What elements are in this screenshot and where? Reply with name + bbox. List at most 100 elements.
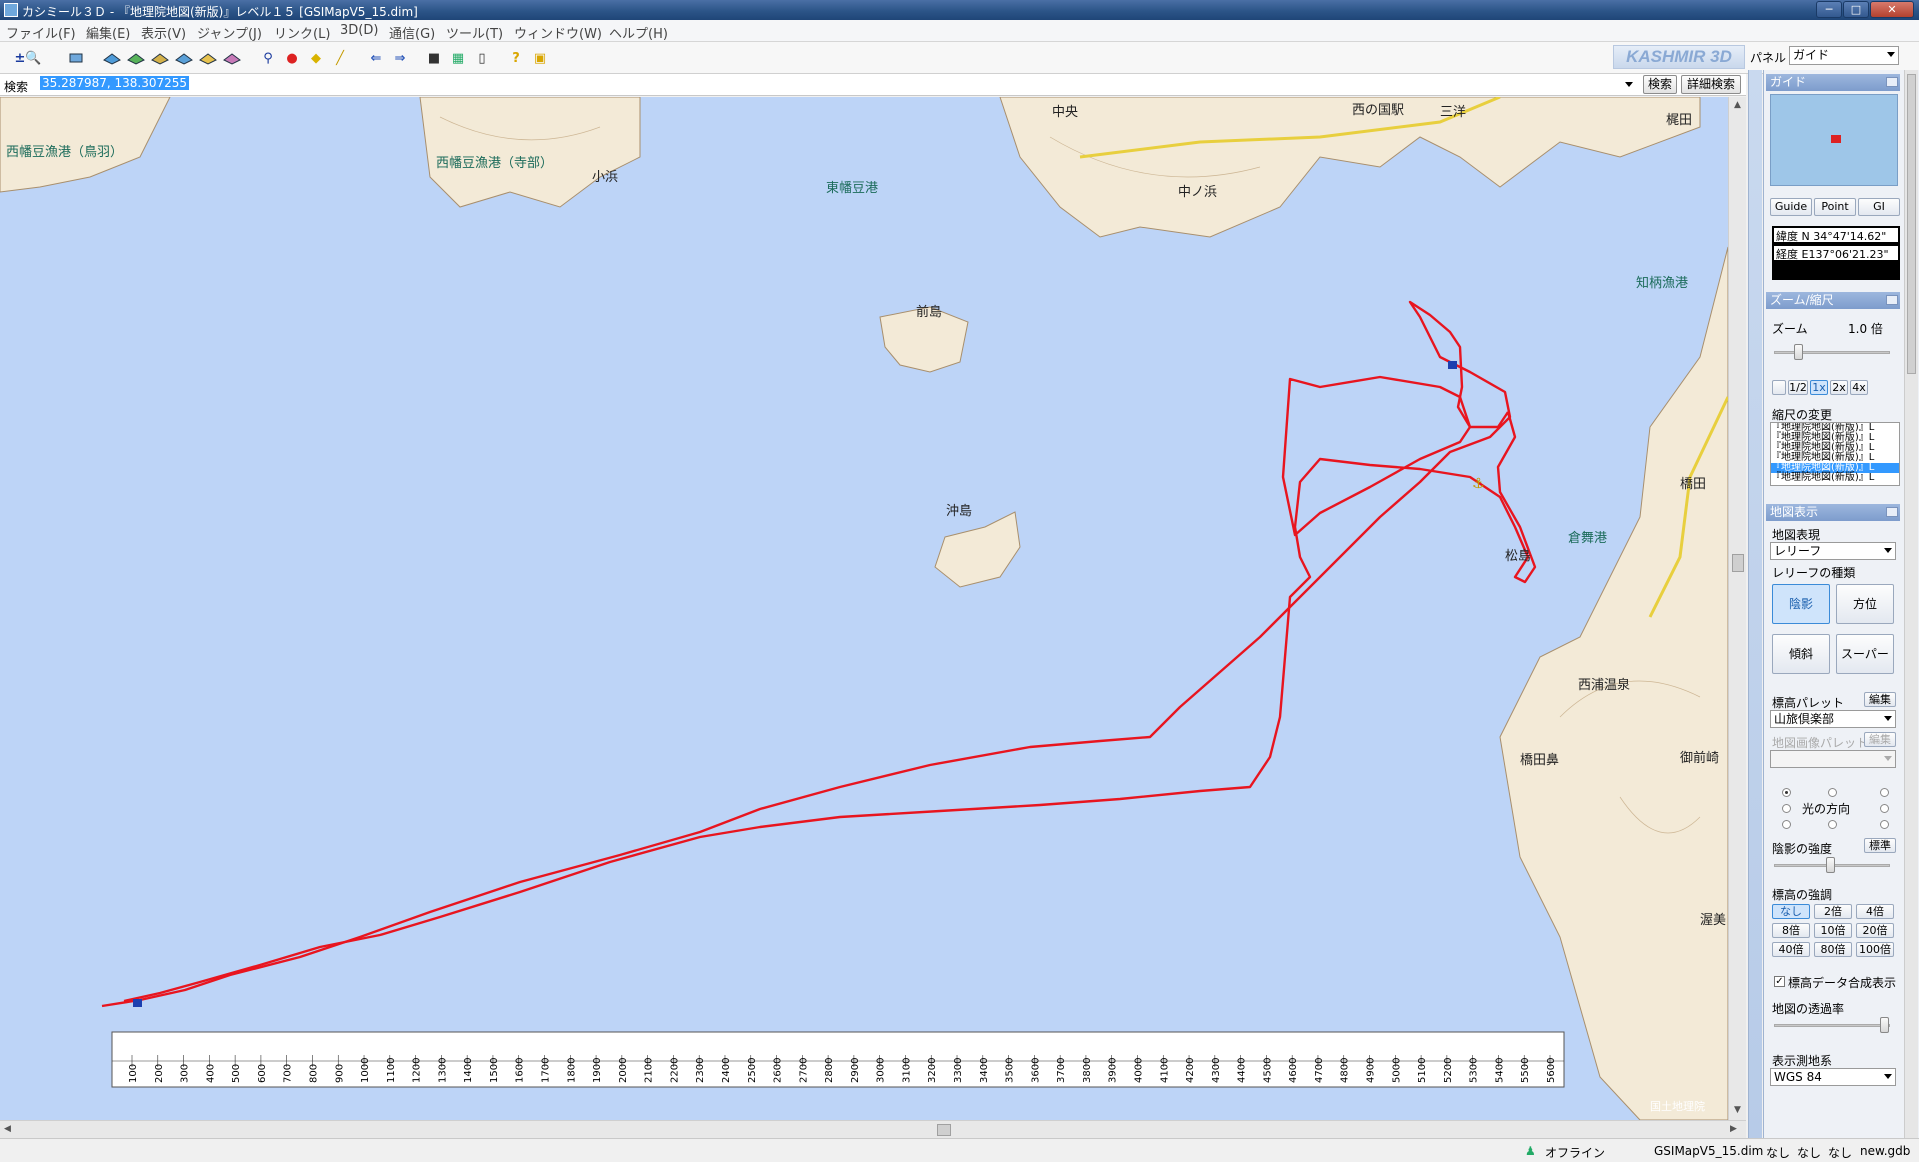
close-button[interactable]: ✕ [1870, 1, 1914, 18]
zoom-slider-thumb[interactable] [1794, 344, 1803, 360]
menu-comm[interactable]: 通信(G) [389, 23, 435, 42]
opacity-slider-track[interactable] [1774, 1024, 1890, 1027]
map-style-select[interactable]: レリーフ [1770, 542, 1896, 560]
emphasis-8x-button[interactable]: 8倍 [1772, 923, 1810, 938]
light-direction-radio[interactable] [1782, 820, 1791, 829]
map-layer-6-icon[interactable] [222, 49, 242, 67]
map-layer-2-icon[interactable] [126, 49, 146, 67]
marker-icon[interactable]: ● [282, 49, 302, 67]
scroll-up-icon[interactable]: ▲ [1734, 100, 1741, 110]
light-direction-radio[interactable] [1782, 804, 1791, 813]
start-flag-icon [133, 999, 142, 1007]
light-direction-radio[interactable] [1880, 788, 1889, 797]
camera-icon[interactable]: ■ [424, 49, 444, 67]
map-view-icon[interactable]: ▦ [448, 49, 468, 67]
panel-scroll-thumb[interactable] [1907, 74, 1916, 374]
vertical-scroll-thumb[interactable] [1732, 554, 1744, 572]
scale-list[interactable]: 『地理院地図(新版)』L 『地理院地図(新版)』L 『地理院地図(新版)』L 『… [1770, 422, 1900, 486]
menu-window[interactable]: ウィンドウ(W) [514, 23, 602, 42]
light-direction-radio[interactable] [1782, 788, 1791, 797]
zoom-1x-button[interactable]: 1x [1810, 380, 1828, 395]
guide-minimap[interactable] [1770, 94, 1898, 186]
menu-link[interactable]: リンク(L) [274, 23, 330, 42]
light-direction-radio[interactable] [1880, 820, 1889, 829]
search-input[interactable]: 35.287987, 138.307255 [40, 76, 1640, 93]
relief-super-button[interactable]: スーパー [1836, 634, 1894, 674]
relief-aspect-button[interactable]: 方位 [1836, 584, 1894, 624]
back-icon[interactable]: ⇐ [366, 49, 386, 67]
minimize-button[interactable]: ─ [1816, 1, 1842, 18]
emphasis-20x-button[interactable]: 20倍 [1856, 923, 1894, 938]
emphasis-100x-button[interactable]: 100倍 [1856, 942, 1894, 957]
shade-slider-thumb[interactable] [1826, 857, 1835, 873]
menu-3d[interactable]: 3D(D) [340, 23, 378, 38]
zoom-section-header[interactable]: ズーム/縮尺 [1766, 292, 1900, 309]
menu-view[interactable]: 表示(V) [141, 23, 186, 42]
menu-jump[interactable]: ジャンプ(J) [197, 23, 262, 42]
info-icon[interactable]: ▣ [530, 49, 550, 67]
datum-select[interactable]: WGS 84 [1770, 1068, 1896, 1086]
tag-icon[interactable]: ◆ [306, 49, 326, 67]
map-layer-5-icon[interactable] [198, 49, 218, 67]
tab-point[interactable]: Point [1814, 198, 1856, 216]
maximize-button[interactable]: □ [1843, 1, 1869, 18]
elevation-palette-select[interactable]: 山旅倶楽部 [1770, 710, 1896, 728]
guide-section-header[interactable]: ガイド [1766, 74, 1900, 91]
horizontal-scrollbar[interactable]: ◀ ▶ [0, 1120, 1746, 1138]
scroll-right-icon[interactable]: ▶ [1730, 1124, 1737, 1134]
emphasis-none-button[interactable]: なし [1772, 904, 1810, 919]
panel-select[interactable]: ガイド [1789, 46, 1899, 65]
gps-device-icon[interactable]: ▯ [472, 49, 492, 67]
scroll-down-icon[interactable]: ▼ [1734, 1105, 1741, 1115]
opacity-slider-thumb[interactable] [1880, 1017, 1889, 1033]
menu-file[interactable]: ファイル(F) [6, 23, 76, 42]
emphasis-80x-button[interactable]: 80倍 [1814, 942, 1852, 957]
menu-help[interactable]: ヘルプ(H) [609, 23, 668, 42]
palette-edit-button[interactable]: 編集 [1864, 692, 1896, 707]
map-layer-4-icon[interactable] [174, 49, 194, 67]
collapse-icon[interactable] [1886, 77, 1898, 87]
emphasis-10x-button[interactable]: 10倍 [1814, 923, 1852, 938]
scale-list-item[interactable]: 『地理院地図(新版)』L [1771, 473, 1899, 483]
zoom-tool-icon[interactable]: ±🔍 [14, 49, 41, 67]
emphasis-4x-button[interactable]: 4倍 [1856, 904, 1894, 919]
light-direction-radio[interactable] [1828, 788, 1837, 797]
vertical-scrollbar[interactable]: ▲ ▼ [1728, 97, 1746, 1120]
panel-label: パネル [1750, 51, 1787, 65]
zoom-half-button[interactable]: 1/2 [1788, 380, 1808, 395]
emphasis-2x-button[interactable]: 2倍 [1814, 904, 1852, 919]
panel-scrollbar[interactable] [1904, 70, 1918, 1138]
collapse-icon[interactable] [1886, 295, 1898, 305]
ruler-icon[interactable]: ╱ [330, 49, 350, 67]
emphasis-40x-button[interactable]: 40倍 [1772, 942, 1810, 957]
zoom-2x-button[interactable]: 2x [1830, 380, 1848, 395]
scroll-left-icon[interactable]: ◀ [4, 1124, 11, 1134]
menu-tools[interactable]: ツール(T) [446, 23, 503, 42]
zoom-4x-button[interactable]: 4x [1850, 380, 1868, 395]
collapse-icon[interactable] [1886, 507, 1898, 517]
relief-slope-button[interactable]: 傾斜 [1772, 634, 1830, 674]
help-icon[interactable]: ? [506, 49, 526, 67]
tab-guide[interactable]: Guide [1770, 198, 1812, 216]
composite-checkbox[interactable]: ✓ [1774, 976, 1785, 987]
map-layer-1-icon[interactable] [102, 49, 122, 67]
horizontal-scroll-thumb[interactable] [937, 1124, 951, 1136]
forward-icon[interactable]: ⇒ [390, 49, 410, 67]
shade-standard-button[interactable]: 標準 [1864, 838, 1896, 853]
binoculars-icon[interactable]: ⚲ [258, 49, 278, 67]
relief-shade-button[interactable]: 陰影 [1772, 584, 1830, 624]
search-button[interactable]: 検索 [1643, 75, 1677, 94]
map-view[interactable]: ⚓ 100 200 300 400 500 600 700 800 900 1000 1100 120… [0, 97, 1728, 1120]
detail-search-button[interactable]: 詳細検索 [1681, 75, 1741, 94]
tab-gi[interactable]: GI [1858, 198, 1900, 216]
map-display-section-header[interactable]: 地図表示 [1766, 504, 1900, 521]
map-layer-3-icon[interactable] [150, 49, 170, 67]
light-direction-radio[interactable] [1828, 820, 1837, 829]
layer-icon[interactable] [66, 49, 86, 67]
panel-side-strip[interactable] [1748, 70, 1762, 1138]
light-direction-radio[interactable] [1880, 804, 1889, 813]
menu-edit[interactable]: 編集(E) [86, 23, 130, 42]
zoom-custom-button[interactable] [1772, 380, 1786, 395]
zoom-slider-track[interactable] [1774, 351, 1890, 354]
search-history-dropdown[interactable] [1624, 78, 1636, 92]
